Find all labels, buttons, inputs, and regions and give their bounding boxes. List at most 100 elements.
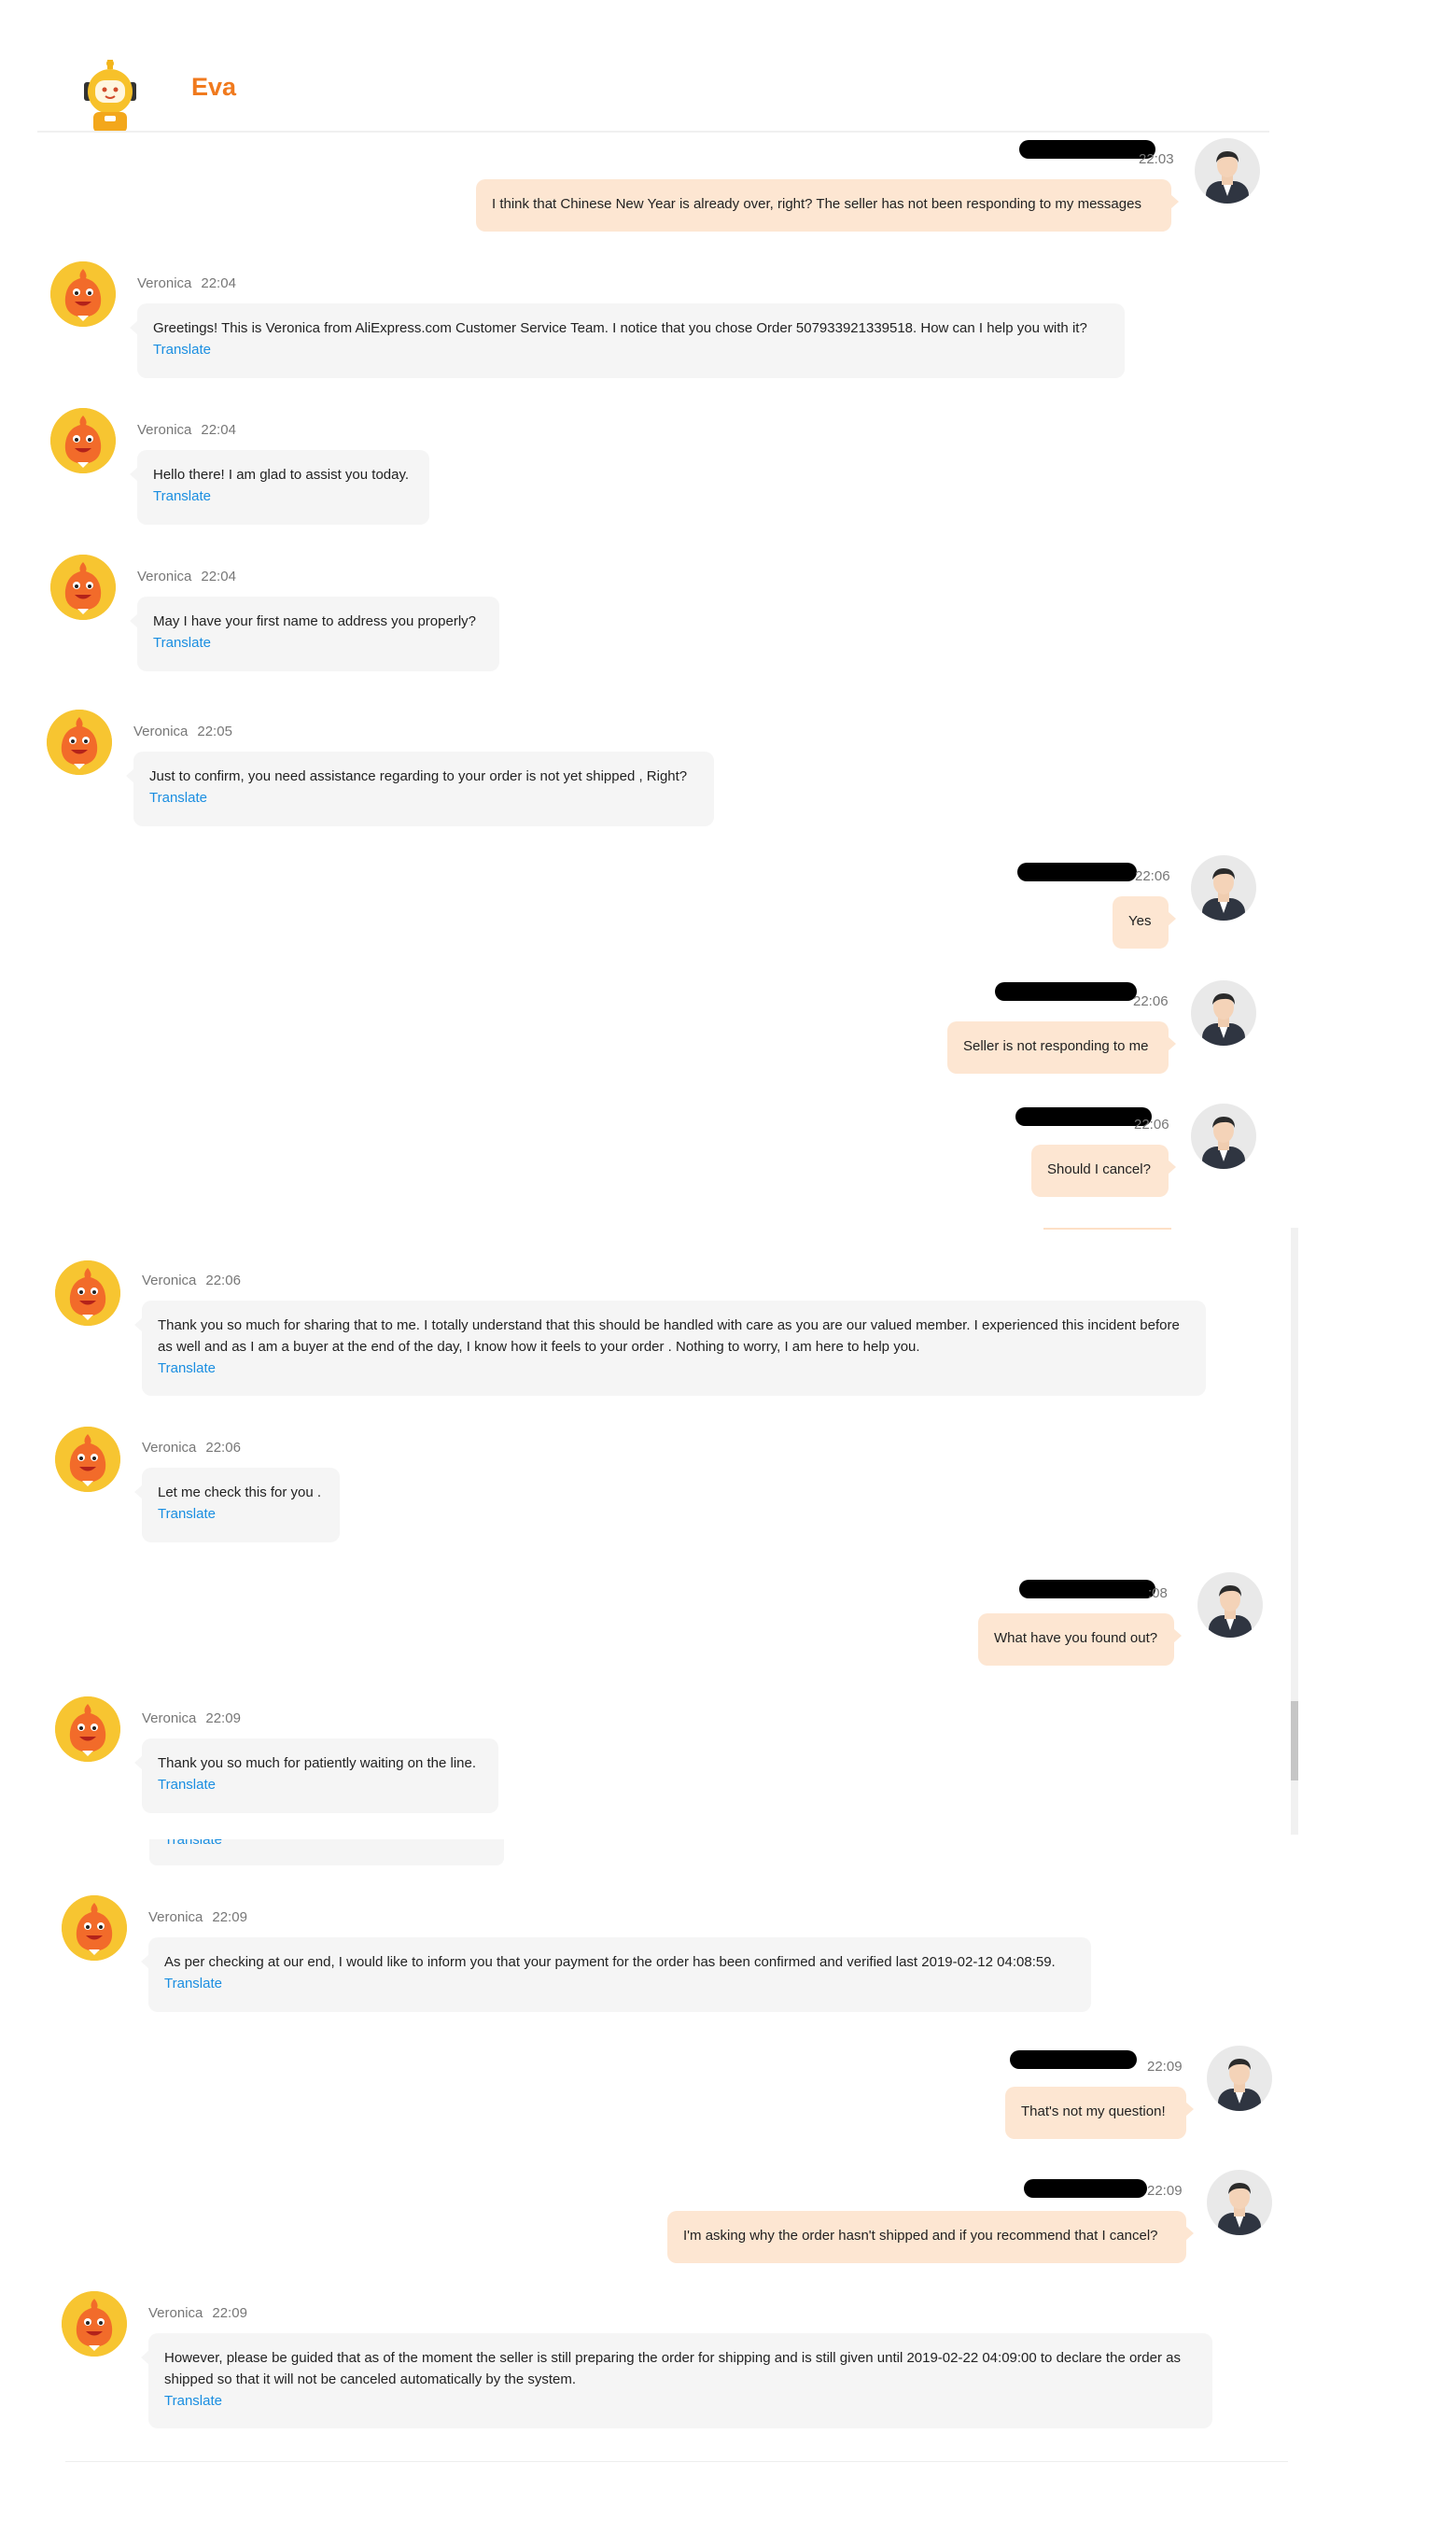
redacted-name xyxy=(1019,1580,1155,1598)
message-meta: Veronica 22:06 xyxy=(142,1440,241,1456)
sender-name: Veronica xyxy=(137,569,192,584)
message-text: That's not my question! xyxy=(1021,2104,1166,2119)
message-time: 22:04 xyxy=(201,569,236,584)
translate-link[interactable]: Translate xyxy=(158,1774,483,1795)
message-bubble: May I have your first name to address yo… xyxy=(130,597,499,671)
sender-name: Veronica xyxy=(142,1273,197,1288)
message-bubble: I think that Chinese New Year is already… xyxy=(476,179,1179,232)
message-bubble: That's not my question! xyxy=(1005,2087,1194,2139)
sender-name: Veronica xyxy=(133,724,189,739)
message-time: 22:06 xyxy=(1134,1117,1169,1133)
translate-link[interactable]: Translate xyxy=(153,632,483,654)
message-bubble: I'm asking why the order hasn't shipped … xyxy=(667,2211,1194,2263)
message-meta: Veronica 22:09 xyxy=(142,1710,241,1726)
message-bubble: What have you found out? xyxy=(978,1613,1182,1666)
message-text: Yes xyxy=(1128,913,1152,929)
divider xyxy=(1043,1228,1171,1230)
message-text: Should I cancel? xyxy=(1047,1161,1151,1177)
message-bubble: Should I cancel? xyxy=(1031,1145,1176,1197)
message-time: 22:05 xyxy=(197,724,232,739)
translate-link[interactable]: Translate xyxy=(153,339,1109,360)
message-time: 22:06 xyxy=(1133,993,1169,1009)
message-bubble: However, please be guided that as of the… xyxy=(141,2333,1212,2428)
message-meta: Veronica 22:05 xyxy=(133,724,232,739)
message-bubble: Greetings! This is Veronica from AliExpr… xyxy=(130,303,1125,378)
message-text: Greetings! This is Veronica from AliExpr… xyxy=(153,320,1087,336)
message-meta: Veronica 22:09 xyxy=(148,1909,247,1925)
message-meta: Veronica 22:04 xyxy=(137,275,236,291)
message-text: Let me check this for you . xyxy=(158,1485,322,1500)
redacted-name xyxy=(1019,140,1155,159)
message-time: 22:09 xyxy=(212,2305,247,2321)
sender-name: Veronica xyxy=(137,422,192,438)
message-text: As per checking at our end, I would like… xyxy=(164,1954,1056,1970)
message-meta: Veronica 22:09 xyxy=(148,2305,247,2321)
message-bubble: Just to confirm, you need assistance reg… xyxy=(126,752,714,826)
agent-avatar xyxy=(55,1696,120,1762)
message-time: 22:04 xyxy=(201,275,236,291)
message-time: 22:06 xyxy=(205,1440,241,1456)
message-text: I think that Chinese New Year is already… xyxy=(492,196,1141,212)
translate-link[interactable]: Translate xyxy=(158,1358,1190,1379)
message-bubble: Let me check this for you . Translate xyxy=(134,1468,340,1542)
translate-link[interactable]: Translate xyxy=(149,787,698,809)
agent-avatar xyxy=(47,710,112,775)
user-avatar xyxy=(1191,855,1256,921)
translate-link[interactable]: Translate xyxy=(164,1839,222,1848)
footer-divider xyxy=(65,2461,1288,2462)
message-bubble: Thank you so much for sharing that to me… xyxy=(134,1301,1206,1396)
redacted-name xyxy=(1017,863,1137,881)
chat-title: Eva xyxy=(191,73,237,101)
sender-name: Veronica xyxy=(142,1710,197,1726)
translate-link[interactable]: Translate xyxy=(153,485,413,507)
header-divider xyxy=(37,131,1269,133)
message-time: 22:03 xyxy=(1139,151,1174,167)
message-text: May I have your first name to address yo… xyxy=(153,613,476,629)
translate-link[interactable]: Translate xyxy=(164,1973,1075,1994)
message-text: However, please be guided that as of the… xyxy=(164,2350,1181,2387)
message-text: Hello there! I am glad to assist you tod… xyxy=(153,467,410,483)
user-avatar xyxy=(1191,980,1256,1046)
translate-link[interactable]: Translate xyxy=(158,1503,324,1525)
agent-avatar xyxy=(50,408,116,473)
message-time: 22:06 xyxy=(205,1273,241,1288)
user-avatar xyxy=(1195,138,1260,204)
sender-name: Veronica xyxy=(142,1440,197,1456)
redacted-name xyxy=(995,982,1137,1001)
message-bubble: Seller is not responding to me xyxy=(947,1021,1176,1074)
message-text: Seller is not responding to me xyxy=(963,1038,1149,1054)
redacted-name xyxy=(1015,1107,1152,1126)
message-bubble: As per checking at our end, I would like… xyxy=(141,1937,1091,2012)
message-meta: Veronica 22:04 xyxy=(137,422,236,438)
agent-avatar xyxy=(55,1427,120,1492)
message-time: 22:04 xyxy=(201,422,236,438)
agent-avatar xyxy=(50,261,116,327)
agent-avatar xyxy=(62,1895,127,1961)
message-text: Just to confirm, you need assistance reg… xyxy=(149,768,688,784)
sender-name: Veronica xyxy=(137,275,192,291)
agent-avatar xyxy=(62,2291,127,2357)
robot-icon xyxy=(77,60,144,133)
message-time: 22:09 xyxy=(212,1909,247,1925)
redacted-name xyxy=(1024,2179,1147,2198)
user-avatar xyxy=(1197,1572,1263,1638)
redacted-name xyxy=(1010,2050,1137,2069)
message-time: 22:06 xyxy=(1135,868,1170,884)
message-bubble: Yes xyxy=(1113,896,1176,949)
user-avatar xyxy=(1207,2046,1272,2111)
clipped-message-bubble: Translate xyxy=(149,1839,504,1865)
message-meta: Veronica 22:04 xyxy=(137,569,236,584)
agent-avatar xyxy=(55,1260,120,1326)
message-time: :08 xyxy=(1148,1585,1168,1601)
message-bubble: Thank you so much for patiently waiting … xyxy=(134,1738,498,1813)
translate-link[interactable]: Translate xyxy=(164,2390,1197,2412)
sender-name: Veronica xyxy=(148,2305,203,2321)
message-time: 22:09 xyxy=(1147,2183,1183,2199)
message-meta: Veronica 22:06 xyxy=(142,1273,241,1288)
sender-name: Veronica xyxy=(148,1909,203,1925)
user-avatar xyxy=(1191,1104,1256,1169)
user-avatar xyxy=(1207,2170,1272,2235)
message-text: Thank you so much for patiently waiting … xyxy=(158,1755,477,1771)
scrollbar-thumb[interactable] xyxy=(1291,1701,1298,1780)
message-bubble: Hello there! I am glad to assist you tod… xyxy=(130,450,429,525)
